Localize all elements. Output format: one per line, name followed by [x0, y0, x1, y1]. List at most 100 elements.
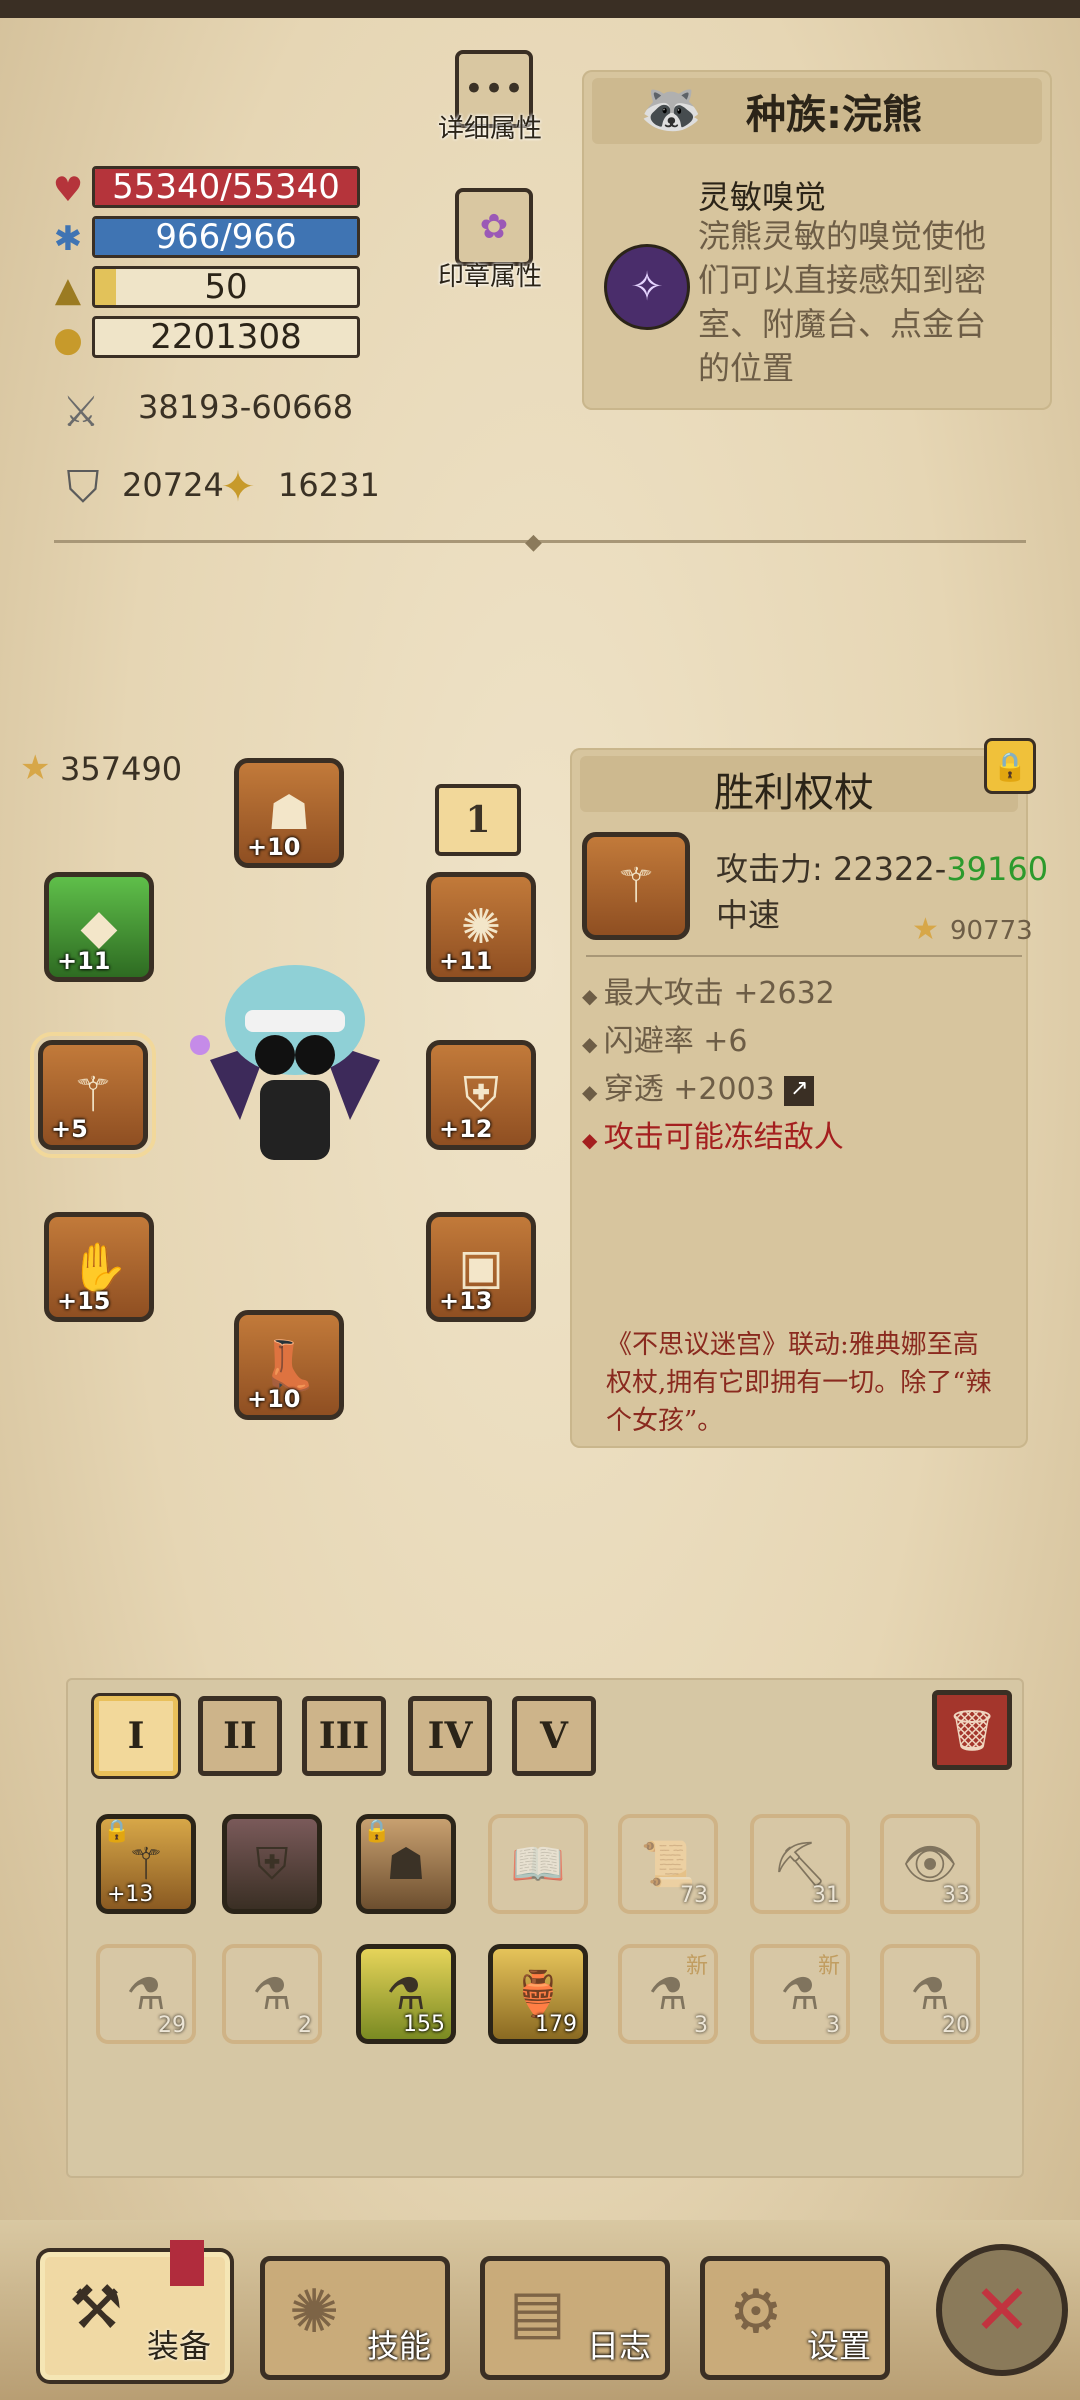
slot-amulet[interactable]: ✺ +11 — [426, 872, 536, 982]
tab-3[interactable]: III — [302, 1696, 386, 1776]
bonus-text: 最大攻击 +2632 — [603, 976, 835, 1011]
inventory-item[interactable]: ⚗ 3 新 — [618, 1944, 718, 2044]
item-score: 90773 — [950, 916, 1033, 946]
slot-gloves[interactable]: ✋ +15 — [44, 1212, 154, 1322]
slot-belt[interactable]: ▣ +13 — [426, 1212, 536, 1322]
inventory-item[interactable]: ⚗ 2 — [222, 1944, 322, 2044]
item-count: 33 — [942, 1883, 970, 1908]
xp-fill — [95, 269, 116, 305]
hp-value: 55340/55340 — [112, 167, 340, 207]
slot-plus: +11 — [439, 947, 493, 975]
lock-icon: 🔒 — [363, 1819, 391, 1844]
gear-icon: ⚙ — [729, 2277, 783, 2347]
slot-boots[interactable]: 👢 +10 — [234, 1310, 344, 1420]
tab-1[interactable]: I — [94, 1696, 178, 1776]
close-icon[interactable]: ✕ — [936, 2244, 1068, 2376]
potion-green-icon: ⚗ — [126, 1968, 166, 2020]
item-count: 73 — [680, 1883, 708, 1908]
bonus-text: 闪避率 +6 — [603, 1024, 748, 1059]
potion-orange-icon: ⚗ — [910, 1968, 950, 2020]
inventory-item[interactable]: ⚗ 29 — [96, 1944, 196, 2044]
slot-plus: +10 — [247, 1385, 301, 1413]
gold-icon: ● — [53, 320, 83, 360]
item-count: 3 — [694, 2013, 708, 2038]
slot-plus: +11 — [57, 947, 111, 975]
hp-bar: 55340/55340 — [92, 166, 360, 208]
level-bar: 50 — [92, 266, 360, 308]
inventory-item[interactable]: ⚗ 3 新 — [750, 1944, 850, 2044]
tab-5[interactable]: V — [512, 1696, 596, 1776]
inventory-item[interactable]: ⚗ 20 — [880, 1944, 980, 2044]
magic-value: 16231 — [278, 466, 380, 504]
journal-icon: ▤ — [509, 2277, 566, 2347]
inventory-item[interactable]: ⛏ 31 — [750, 1814, 850, 1914]
bullet-icon: ◆ — [582, 1032, 604, 1056]
nav-settings-label: 设置 — [806, 2327, 871, 2365]
dark-armor-icon: ⛨ — [255, 1838, 289, 1890]
item-count: 29 — [158, 2013, 186, 2038]
trait-description: 浣熊灵敏的嗅觉使他们可以直接感知到密室、附魔台、点金台的位置 — [698, 217, 987, 387]
item-count: 3 — [826, 2013, 840, 2038]
tab-4[interactable]: IV — [408, 1696, 492, 1776]
inventory-item[interactable]: 📜 73 — [618, 1814, 718, 1914]
tab-label: II — [223, 1715, 257, 1757]
gold-value: 2201308 — [150, 317, 302, 357]
slot-plus: +5 — [51, 1115, 88, 1143]
item-count: 31 — [812, 1883, 840, 1908]
mp-bar: 966/966 — [92, 216, 360, 258]
item-count: 2 — [298, 2013, 312, 2038]
inventory-item[interactable]: 🏺 179 — [488, 1944, 588, 2044]
tab-label: IV — [427, 1715, 473, 1757]
nav-settings[interactable]: ⚙ 设置 — [700, 2256, 890, 2380]
tab-2[interactable]: II — [198, 1696, 282, 1776]
lock-icon[interactable]: 🔒 — [984, 738, 1036, 794]
inventory-item[interactable]: 📖 — [488, 1814, 588, 1914]
character-icon — [190, 965, 380, 1160]
attack-high: 39160 — [946, 850, 1049, 888]
slot-plus: +12 — [439, 1115, 493, 1143]
mp-value: 966/966 — [155, 217, 297, 257]
special-text: 攻击可能冻结敌人 — [603, 1120, 844, 1155]
slot-trinket[interactable]: ◆ +11 — [44, 872, 154, 982]
slot-armor[interactable]: ⛨ +12 — [426, 1040, 536, 1150]
nav-log-label: 日志 — [586, 2327, 651, 2365]
inventory-item[interactable]: 👁 33 — [880, 1814, 980, 1914]
nav-skills-label: 技能 — [366, 2327, 431, 2365]
item-attack: 攻击力: 22322-39160 — [716, 844, 1048, 890]
inventory-item[interactable]: ⚗ 155 — [356, 1944, 456, 2044]
slot-weapon[interactable]: ⚚ +5 — [30, 1032, 156, 1158]
heart-icon: ♥ — [52, 170, 84, 210]
inventory-item[interactable]: ⚚ +13 🔒 — [96, 1814, 196, 1914]
book-icon: 📖 — [510, 1839, 566, 1890]
level-icon: ▲ — [54, 270, 82, 310]
arrow-icon[interactable]: ↗ — [784, 1075, 815, 1106]
raccoon-icon: 🦝 — [640, 80, 703, 138]
inventory-item[interactable]: ☗ 🔒 — [356, 1814, 456, 1914]
star-icon: ★ — [20, 748, 51, 788]
winged-helm-icon: ☗ — [386, 1838, 426, 1890]
crossed-swords-icon: ⚔ — [62, 386, 100, 436]
item-thumbnail: ⚚ — [582, 832, 690, 940]
item-divider — [586, 955, 1022, 957]
attack-value: 38193-60668 — [138, 388, 354, 426]
bullet-icon: ◆ — [582, 984, 604, 1008]
attack-label: 攻击力: 22322- — [716, 850, 947, 888]
equipment-score: 357490 — [60, 750, 183, 788]
nav-log[interactable]: ▤ 日志 — [480, 2256, 670, 2380]
race-title: 种族:浣熊 — [746, 92, 922, 138]
character-portrait[interactable] — [180, 950, 410, 1190]
seal-button[interactable]: ✿ — [455, 188, 533, 266]
potion-red-icon: ⚗ — [252, 1968, 292, 2020]
item-count: 155 — [403, 2012, 445, 2037]
nav-skills[interactable]: ✺ 技能 — [260, 2256, 450, 2380]
level-value: 50 — [204, 267, 248, 307]
top-border — [0, 0, 1080, 18]
slot-helmet[interactable]: ☗ +10 — [234, 758, 344, 868]
skill-icon: ✺ — [289, 2277, 340, 2347]
tab-label: I — [127, 1715, 145, 1757]
slot-plus: +10 — [247, 833, 301, 861]
trash-icon[interactable]: 🗑 — [932, 1690, 1012, 1770]
floor-badge[interactable]: 1 — [435, 784, 521, 856]
flower-icon: ✿ — [479, 207, 509, 247]
inventory-item[interactable]: ⛨ — [222, 1814, 322, 1914]
